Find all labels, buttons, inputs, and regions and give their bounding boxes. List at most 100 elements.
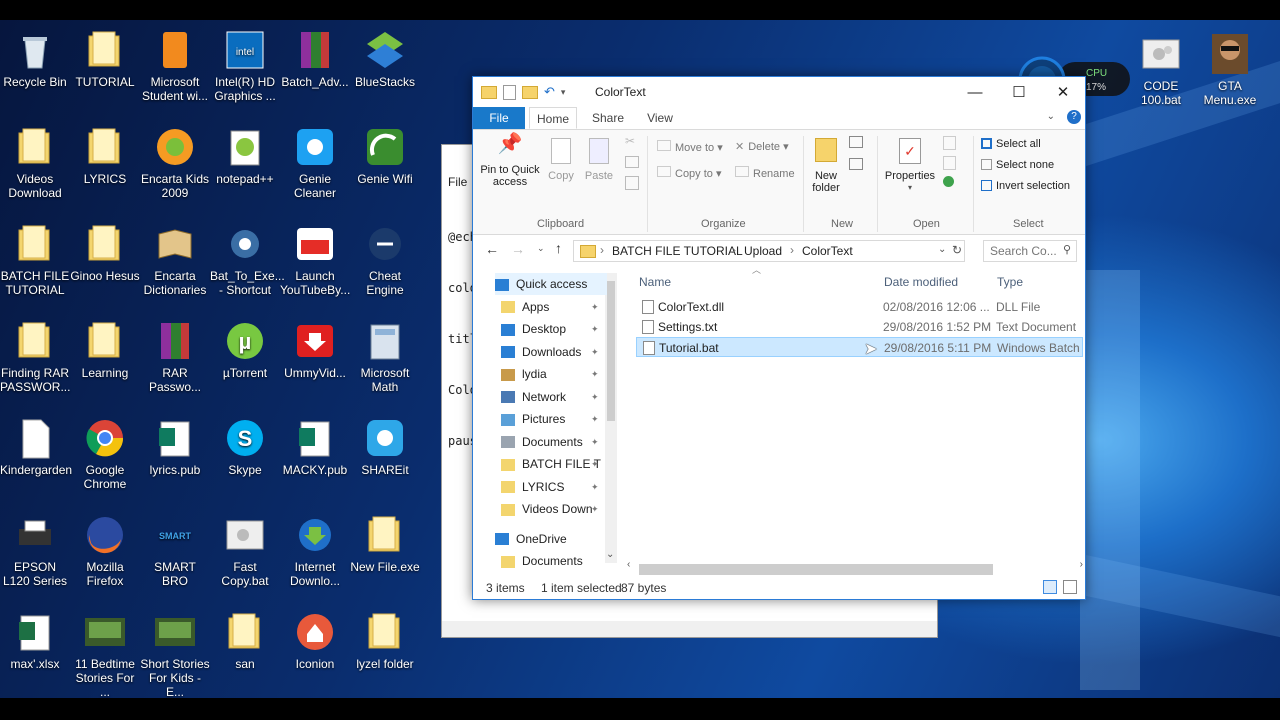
search-input[interactable]: Search Co... [990, 244, 1057, 258]
minimize-button[interactable]: — [953, 77, 997, 107]
open-icon[interactable] [943, 136, 956, 150]
notepad-scrollbar[interactable] [442, 621, 937, 637]
file-row[interactable]: ColorText.dll 02/08/2016 12:06 ... DLL Fil… [636, 297, 1083, 317]
desktop-icon[interactable]: Fast Copy.bat [210, 513, 280, 588]
desktop-icon[interactable]: MACKY.pub [280, 416, 350, 477]
search-box[interactable]: Search Co... ⚲ [983, 240, 1077, 262]
large-icons-view-icon[interactable] [1063, 580, 1077, 594]
scroll-right-icon[interactable]: › [1080, 559, 1083, 570]
tab-home[interactable]: Home [529, 107, 577, 129]
desktop-icon[interactable]: Microsoft Student wi... [140, 28, 210, 103]
address-bar[interactable]: › BATCH FILE TUTORIAL › Upload › ColorTe… [573, 240, 965, 262]
nav-item[interactable]: Apps [501, 296, 549, 318]
desktop-icon[interactable]: san [210, 610, 280, 671]
desktop-icon[interactable]: lyrics.pub [140, 416, 210, 477]
nav-item[interactable]: Downloads [501, 341, 581, 363]
help-icon[interactable]: ? [1067, 110, 1081, 124]
cut-icon[interactable]: ✂ [625, 134, 635, 148]
desktop-icon[interactable]: max'.xlsx [0, 610, 70, 671]
desktop-icon[interactable]: Google Chrome [70, 416, 140, 491]
delete-button[interactable]: ✕ Delete ▾ [735, 140, 789, 153]
nav-item[interactable]: lydia [501, 363, 547, 385]
nav-item[interactable]: Network [501, 386, 566, 408]
address-dropdown-icon[interactable]: ⌄ [938, 244, 946, 255]
nav-item[interactable]: Videos Down [501, 498, 593, 520]
desktop-icon[interactable]: Batch_Adv... [280, 28, 350, 89]
desktop-icon[interactable]: Iconion [280, 610, 350, 671]
copy-to-button[interactable]: Copy to ▾ [657, 166, 722, 180]
desktop-icon[interactable]: SHAREit [350, 416, 420, 477]
select-none-button[interactable]: Select none [981, 159, 1054, 171]
new-folder-button[interactable]: New folder [807, 138, 845, 194]
desktop-icon-gta-menu[interactable]: GTA Menu.exe [1195, 32, 1265, 107]
file-row[interactable]: Settings.txt 29/08/2016 1:52 PM Text Docum… [636, 317, 1083, 337]
desktop-icon[interactable]: Mozilla Firefox [70, 513, 140, 588]
refresh-icon[interactable]: ↻ [952, 243, 962, 257]
nav-item[interactable]: LYRICS [501, 476, 564, 498]
ribbon-collapse-icon[interactable]: ⌄ [1047, 111, 1055, 122]
desktop-icon[interactable]: Cheat Engine [350, 222, 420, 297]
desktop-icon[interactable]: EPSON L120 Series [0, 513, 70, 588]
forward-button[interactable]: → [511, 241, 525, 257]
desktop-icon[interactable]: UmmyVid... [280, 319, 350, 380]
desktop-icon[interactable]: Ginoo Hesus [70, 222, 140, 283]
undo-icon[interactable]: ↶ [544, 84, 555, 100]
nav-item[interactable]: Pictures [501, 408, 565, 430]
details-view-icon[interactable] [1043, 580, 1057, 594]
desktop-icon[interactable]: LYRICS [70, 125, 140, 186]
horizontal-scrollbar[interactable]: ‹ › [627, 559, 1083, 575]
column-type[interactable]: Type [997, 275, 1023, 289]
paste-shortcut-icon[interactable] [625, 176, 639, 190]
properties-button[interactable]: ✓ Properties ▾ [883, 138, 937, 194]
nav-item[interactable]: Desktop [501, 318, 566, 340]
desktop-icon[interactable]: Finding RAR PASSWOR... [0, 319, 70, 394]
desktop-icon[interactable]: Short Stories For Kids - E... [140, 610, 210, 698]
close-button[interactable]: ✕ [1041, 77, 1085, 107]
file-row[interactable]: Tutorial.bat 29/08/2016 5:11 PM Windows Ba… [636, 337, 1083, 357]
tab-view[interactable]: View [637, 107, 683, 129]
breadcrumb-item[interactable]: BATCH FILE TUTORIAL [612, 244, 743, 258]
paste-button[interactable]: Paste [581, 138, 617, 182]
invert-selection-button[interactable]: Invert selection [981, 180, 1070, 192]
move-to-button[interactable]: Move to ▾ [657, 140, 723, 154]
desktop-icon[interactable]: Bat_To_Exe... - Shortcut [210, 222, 285, 297]
desktop-icon[interactable]: TUTORIAL [70, 28, 140, 89]
desktop-icon[interactable]: Recycle Bin [0, 28, 70, 89]
nav-item[interactable]: Documents [501, 550, 583, 572]
notepad-menu-file[interactable]: File [448, 175, 467, 189]
breadcrumb-item[interactable]: ColorText [802, 244, 853, 258]
desktop-icon[interactable]: New File.exe [350, 513, 420, 574]
pin-to-quick-access-button[interactable]: 📌 Pin to Quick access [479, 134, 541, 188]
breadcrumb-item[interactable]: Upload [744, 244, 782, 258]
desktop-icon[interactable]: Learning [70, 319, 140, 380]
nav-item[interactable]: BATCH FILE T [501, 453, 601, 475]
rename-button[interactable]: Rename [735, 166, 795, 180]
desktop-icon[interactable]: RAR Passwo... [140, 319, 210, 394]
column-name[interactable]: Name [639, 275, 671, 289]
desktop-icon[interactable]: 11 Bedtime Stories For ... [70, 610, 140, 698]
edit-icon[interactable] [943, 156, 956, 170]
properties-qa-icon[interactable] [503, 84, 516, 100]
desktop-icon[interactable]: S Skype [210, 416, 280, 477]
new-folder-qa-icon[interactable] [522, 85, 538, 99]
desktop-icon[interactable]: lyzel folder [350, 610, 420, 671]
desktop-icon[interactable]: Internet Downlo... [280, 513, 350, 588]
explorer-window[interactable]: ↶ ▾ ColorText — ☐ ✕ File Home Share View… [472, 76, 1086, 600]
desktop-icon[interactable]: intel Intel(R) HD Graphics ... [210, 28, 280, 103]
desktop-icon-code-bat[interactable]: CODE 100.bat [1126, 32, 1196, 107]
nav-item[interactable]: Documents [501, 431, 583, 453]
up-button[interactable]: ↑ [555, 240, 562, 256]
column-date-modified[interactable]: Date modified [884, 275, 958, 289]
select-all-button[interactable]: Select all [981, 138, 1041, 150]
desktop-icon[interactable]: Genie Wifi [350, 125, 420, 186]
nav-scrollbar[interactable] [605, 273, 617, 563]
desktop-icon[interactable]: Launch YouTubeBy... [280, 222, 350, 297]
copy-path-icon[interactable] [625, 156, 639, 168]
desktop-icon[interactable]: SMART SMART BRO [140, 513, 210, 588]
desktop-icon[interactable]: Microsoft Math [350, 319, 420, 394]
desktop-icon[interactable]: µ µTorrent [210, 319, 280, 380]
scroll-left-icon[interactable]: ‹ [627, 559, 630, 570]
desktop-icon[interactable]: notepad++ [210, 125, 280, 186]
desktop-icon[interactable]: Encarta Dictionaries [140, 222, 210, 297]
back-button[interactable]: ← [485, 241, 499, 257]
